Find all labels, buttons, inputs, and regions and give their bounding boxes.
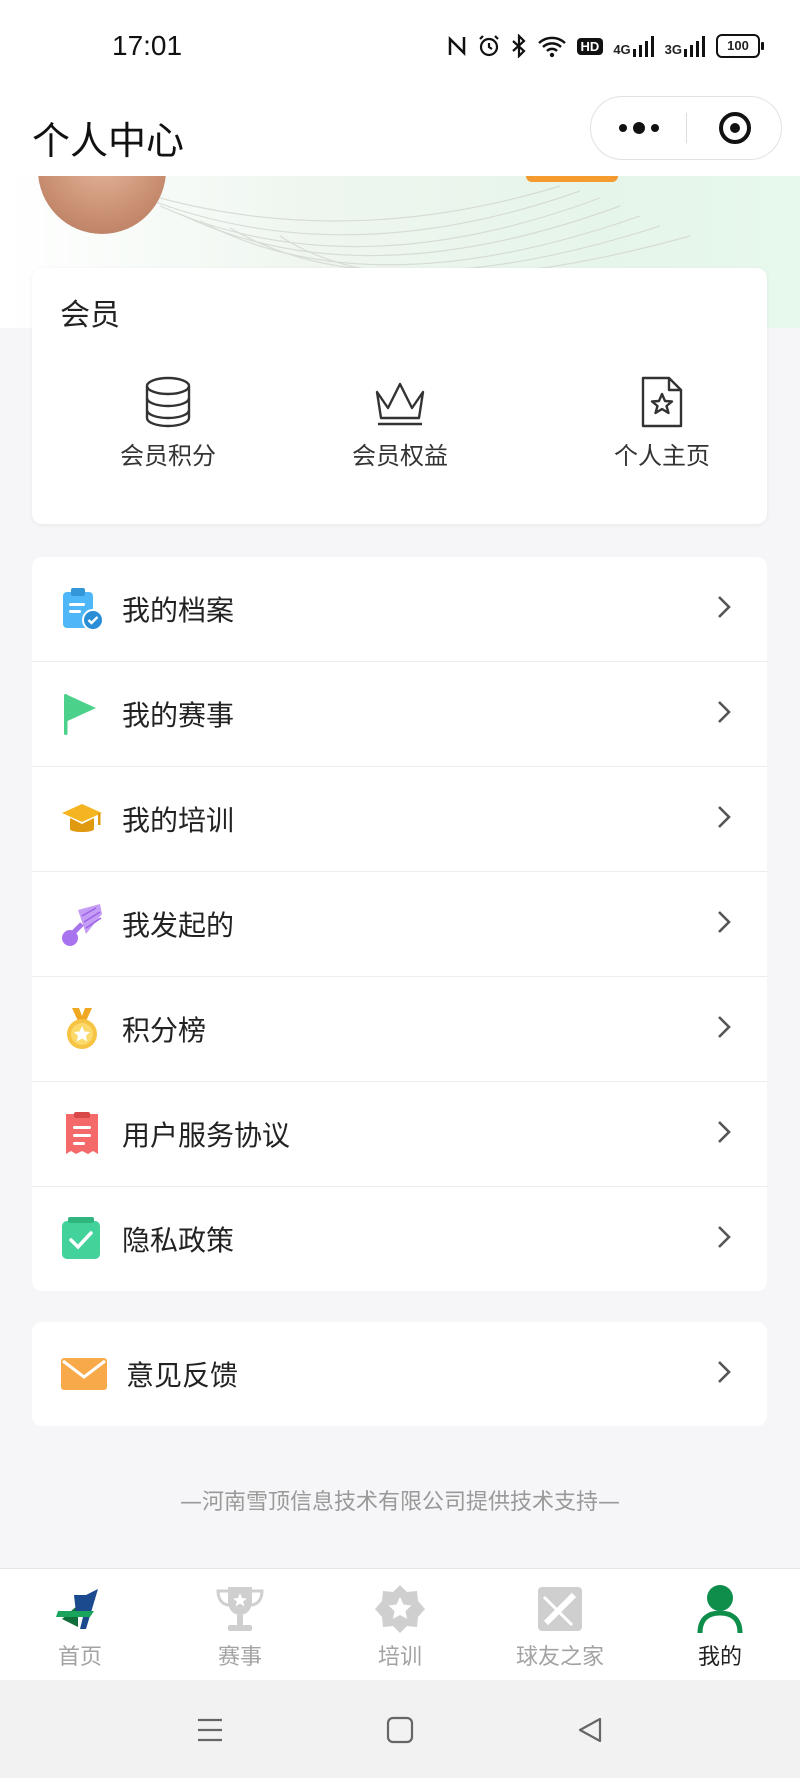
signal-4g-icon: 4G: [613, 35, 654, 57]
tab-home[interactable]: 首页: [0, 1569, 160, 1681]
tab-label: 培训: [377, 1645, 422, 1670]
back-icon[interactable]: [576, 1716, 604, 1744]
net-type-1: 4G: [613, 42, 631, 57]
target-icon[interactable]: [719, 112, 751, 144]
menu-item-my-profile[interactable]: 我的档案: [32, 557, 767, 662]
hd-icon: HD: [576, 37, 604, 55]
menu-item-my-training[interactable]: 我的培训: [32, 767, 767, 872]
capsule-divider: [686, 113, 687, 143]
tab-mine[interactable]: 我的: [640, 1569, 800, 1681]
tech-support-note: —河南雪顶信息技术有限公司提供技术支持—: [179, 1490, 620, 1515]
nfc-icon: [448, 35, 465, 57]
signal-3g-icon: 3G: [665, 35, 706, 57]
feedback-card: 意见反馈: [32, 1322, 767, 1426]
menu-list: 我的档案 我的赛事 我的培训 我发起的 积分榜 用户服务协议 隐私政策: [32, 557, 767, 1291]
chevron-right-icon: [718, 1121, 731, 1143]
alarm-icon: [478, 35, 499, 57]
mini-program-capsule: [590, 96, 782, 160]
tab-training[interactable]: 培训: [320, 1569, 480, 1681]
coins-stack-icon: [145, 376, 191, 428]
chevron-right-icon: [718, 1016, 731, 1038]
tab-label: 我的: [697, 1645, 742, 1670]
trophy-icon: [216, 1587, 264, 1631]
tab-label: 首页: [57, 1645, 102, 1670]
chevron-right-icon: [718, 701, 731, 723]
net-type-2: 3G: [664, 42, 682, 57]
shuttlecock-icon: [62, 904, 102, 946]
bottom-tab-bar: 首页 赛事 培训 球友之家 我的: [0, 1568, 800, 1681]
menu-item-label: 隐私政策: [122, 1224, 235, 1257]
personal-homepage-item[interactable]: 个人主页: [562, 368, 762, 471]
personal-homepage-label: 个人主页: [614, 442, 710, 470]
status-bar: 17:01 HD 4G 3G 100: [0, 0, 800, 96]
menu-item-label: 我的档案: [122, 594, 235, 627]
bluetooth-icon: [511, 34, 526, 58]
status-time: 17:01: [112, 30, 183, 61]
graduation-cap-icon: [62, 804, 102, 832]
member-card: 会员 会员积分 会员权益 个人主页: [32, 268, 767, 524]
tab-players-home[interactable]: 球友之家: [480, 1569, 640, 1681]
user-icon: [697, 1585, 743, 1634]
crown-icon: [375, 382, 425, 426]
chevron-right-icon: [718, 596, 731, 618]
menu-item-label: 我的培训: [122, 804, 235, 837]
member-points-item[interactable]: 会员积分: [68, 368, 268, 471]
battery-icon: 100: [716, 34, 764, 58]
more-dots-icon[interactable]: [591, 97, 686, 159]
member-benefits-label: 会员权益: [352, 442, 448, 470]
menu-item-label: 我发起的: [122, 909, 235, 942]
menu-icon[interactable]: [196, 1716, 224, 1744]
menu-item-user-agreement[interactable]: 用户服务协议: [32, 1082, 767, 1187]
feedback-label: 意见反馈: [126, 1359, 239, 1392]
star-document-icon: [641, 376, 683, 428]
tab-label: 赛事: [217, 1645, 262, 1670]
member-card-title: 会员: [60, 298, 120, 333]
tab-events[interactable]: 赛事: [160, 1569, 320, 1681]
page-title: 个人中心: [32, 119, 185, 163]
chevron-right-icon: [718, 1226, 731, 1248]
menu-item-my-events[interactable]: 我的赛事: [32, 662, 767, 767]
menu-item-leaderboard[interactable]: 积分榜: [32, 977, 767, 1082]
menu-item-label: 用户服务协议: [122, 1119, 291, 1152]
home-logo-icon: [56, 1589, 98, 1629]
envelope-icon: [61, 1358, 107, 1390]
home-button-icon[interactable]: [386, 1716, 414, 1744]
racket-icon: [538, 1587, 582, 1631]
menu-item-privacy-policy[interactable]: 隐私政策: [32, 1187, 767, 1291]
menu-item-initiated[interactable]: 我发起的: [32, 872, 767, 977]
menu-item-feedback[interactable]: 意见反馈: [32, 1322, 767, 1426]
chevron-right-icon: [718, 1361, 731, 1383]
page-header: 个人中心: [0, 96, 800, 176]
profile-action-button[interactable]: [526, 176, 618, 182]
member-points-label: 会员积分: [120, 442, 216, 470]
chevron-right-icon: [718, 806, 731, 828]
clipboard-check-icon: [63, 588, 104, 631]
menu-item-label: 我的赛事: [122, 699, 235, 732]
flag-icon: [64, 694, 96, 735]
wifi-icon: [537, 36, 566, 58]
system-nav-bar: [0, 1680, 800, 1778]
menu-item-label: 积分榜: [122, 1014, 207, 1047]
status-icons: HD 4G 3G 100: [447, 34, 764, 58]
checkbox-icon: [62, 1217, 100, 1259]
member-benefits-item[interactable]: 会员权益: [300, 368, 500, 471]
tab-label: 球友之家: [515, 1645, 604, 1670]
receipt-icon: [66, 1112, 98, 1154]
chevron-right-icon: [718, 911, 731, 933]
medal-icon: [67, 1008, 97, 1049]
star-badge-icon: [375, 1585, 425, 1633]
